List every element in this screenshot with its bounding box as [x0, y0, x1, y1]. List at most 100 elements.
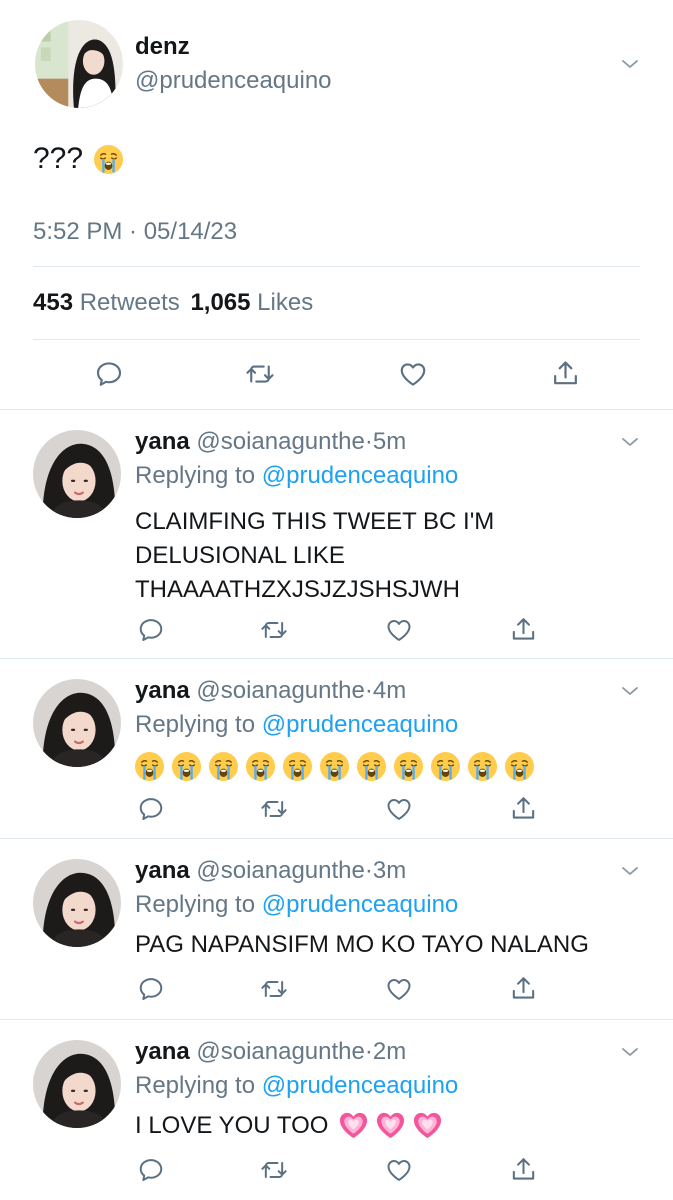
reply-tweet[interactable]: yana @soianagunthe·2m Replying to @prude… [0, 1020, 673, 1200]
replying-to-mention[interactable]: @prudenceaquino [262, 891, 459, 918]
retweet-icon[interactable] [259, 616, 289, 644]
author-handle[interactable]: @prudenceaquino [135, 67, 332, 95]
crying-emoji [393, 751, 424, 782]
reply-avatar[interactable] [33, 679, 121, 767]
crying-emoji [134, 751, 165, 782]
chevron-down-icon[interactable] [618, 430, 642, 454]
reply-time[interactable]: 4m [373, 677, 406, 704]
chevron-down-icon[interactable] [618, 1040, 642, 1064]
reply-author-handle[interactable]: @soianagunthe [196, 677, 365, 704]
reply-header: yana @soianagunthe·4m [135, 677, 406, 705]
replying-to-line: Replying to @prudenceaquino [135, 462, 458, 490]
reply-avatar[interactable] [33, 1040, 121, 1128]
reply-author-name[interactable]: yana [135, 428, 190, 455]
author-avatar-image [35, 20, 123, 108]
reply-avatar-image [33, 859, 121, 947]
crying-emoji [319, 751, 350, 782]
chevron-down-icon[interactable] [618, 52, 642, 76]
replying-to-label: Replying to [135, 1072, 256, 1099]
reply-text-line: I LOVE YOU TOO [135, 1110, 443, 1141]
like-icon[interactable] [397, 359, 429, 389]
reply-avatar-image [33, 1040, 121, 1128]
likes-count: 1,065 [190, 289, 251, 316]
replying-to-mention[interactable]: @prudenceaquino [262, 462, 459, 489]
reply-text: PAG NAPANSIFM MO KO TAYO NALANG [135, 931, 589, 958]
share-icon[interactable] [509, 615, 538, 644]
reply-tweet[interactable]: yana @soianagunthe·5m Replying to @prude… [0, 410, 673, 658]
reply-avatar-image [33, 679, 121, 767]
crying-emoji [245, 751, 276, 782]
chevron-down-icon[interactable] [618, 679, 642, 703]
tweet-stats: 453 Retweets 1,065 Likes [33, 289, 313, 317]
crying-emoji [467, 751, 498, 782]
author-name[interactable]: denz [135, 33, 190, 61]
replying-to-label: Replying to [135, 462, 256, 489]
reply-emoji-text [134, 751, 535, 782]
reply-text: I LOVE YOU TOO [135, 1111, 329, 1139]
reply-header: yana @soianagunthe·3m [135, 857, 406, 885]
retweets-label: Retweets [79, 289, 180, 316]
separator-dot: · [364, 428, 373, 455]
reply-author-name[interactable]: yana [135, 857, 190, 884]
pink-heart-emoji [375, 1110, 406, 1141]
reply-header: yana @soianagunthe·2m [135, 1038, 406, 1066]
share-icon[interactable] [509, 1155, 538, 1184]
crying-emoji [208, 751, 239, 782]
crying-emoji [282, 751, 313, 782]
crying-emoji [430, 751, 461, 782]
author-avatar[interactable] [35, 20, 123, 108]
like-icon[interactable] [384, 795, 414, 823]
reply-icon[interactable] [137, 795, 165, 823]
reply-tweet[interactable]: yana @soianagunthe·3m Replying to @prude… [0, 839, 673, 1019]
like-icon[interactable] [384, 975, 414, 1003]
pink-heart-emoji [338, 1110, 369, 1141]
share-icon[interactable] [509, 974, 538, 1003]
divider [33, 339, 640, 340]
reply-time[interactable]: 2m [373, 1038, 406, 1065]
retweets-count: 453 [33, 289, 74, 316]
pink-heart-emoji [412, 1110, 443, 1141]
reply-time[interactable]: 3m [373, 857, 406, 884]
likes-stat[interactable]: 1,065 Likes [190, 289, 313, 316]
reply-avatar[interactable] [33, 430, 121, 518]
tweet-text: ??? [33, 142, 124, 176]
tweet-timestamp[interactable]: 5:52 PM · 05/14/23 [33, 218, 237, 246]
chevron-down-icon[interactable] [618, 859, 642, 883]
retweet-icon[interactable] [244, 359, 276, 389]
replying-to-label: Replying to [135, 711, 256, 738]
reply-avatar[interactable] [33, 859, 121, 947]
reply-avatar-image [33, 430, 121, 518]
share-icon[interactable] [550, 358, 581, 389]
reply-header: yana @soianagunthe·5m [135, 428, 406, 456]
divider [33, 266, 640, 267]
like-icon[interactable] [384, 1156, 414, 1184]
share-icon[interactable] [509, 794, 538, 823]
reply-text: CLAIMFING THIS TWEET BC I'M DELUSIONAL L… [135, 508, 495, 603]
tweet-text-body: ??? [33, 142, 84, 175]
reply-tweet[interactable]: yana @soianagunthe·4m Replying to @prude… [0, 659, 673, 839]
reply-icon[interactable] [94, 359, 124, 389]
reply-icon[interactable] [137, 616, 165, 644]
reply-icon[interactable] [137, 975, 165, 1003]
reply-author-name[interactable]: yana [135, 1038, 190, 1065]
reply-author-name[interactable]: yana [135, 677, 190, 704]
replying-to-mention[interactable]: @prudenceaquino [262, 711, 459, 738]
reply-author-handle[interactable]: @soianagunthe [196, 1038, 365, 1065]
reply-author-handle[interactable]: @soianagunthe [196, 428, 365, 455]
like-icon[interactable] [384, 616, 414, 644]
retweet-icon[interactable] [259, 795, 289, 823]
replying-to-line: Replying to @prudenceaquino [135, 891, 458, 919]
replying-to-label: Replying to [135, 891, 256, 918]
crying-emoji [171, 751, 202, 782]
retweet-icon[interactable] [259, 1156, 289, 1184]
reply-time[interactable]: 5m [373, 428, 406, 455]
retweets-stat[interactable]: 453 Retweets [33, 289, 186, 316]
separator-dot: · [364, 1038, 373, 1065]
separator-dot: · [364, 857, 373, 884]
replying-to-line: Replying to @prudenceaquino [135, 1072, 458, 1100]
reply-icon[interactable] [137, 1156, 165, 1184]
replying-to-mention[interactable]: @prudenceaquino [262, 1072, 459, 1099]
retweet-icon[interactable] [259, 975, 289, 1003]
replying-to-line: Replying to @prudenceaquino [135, 711, 458, 739]
reply-author-handle[interactable]: @soianagunthe [196, 857, 365, 884]
